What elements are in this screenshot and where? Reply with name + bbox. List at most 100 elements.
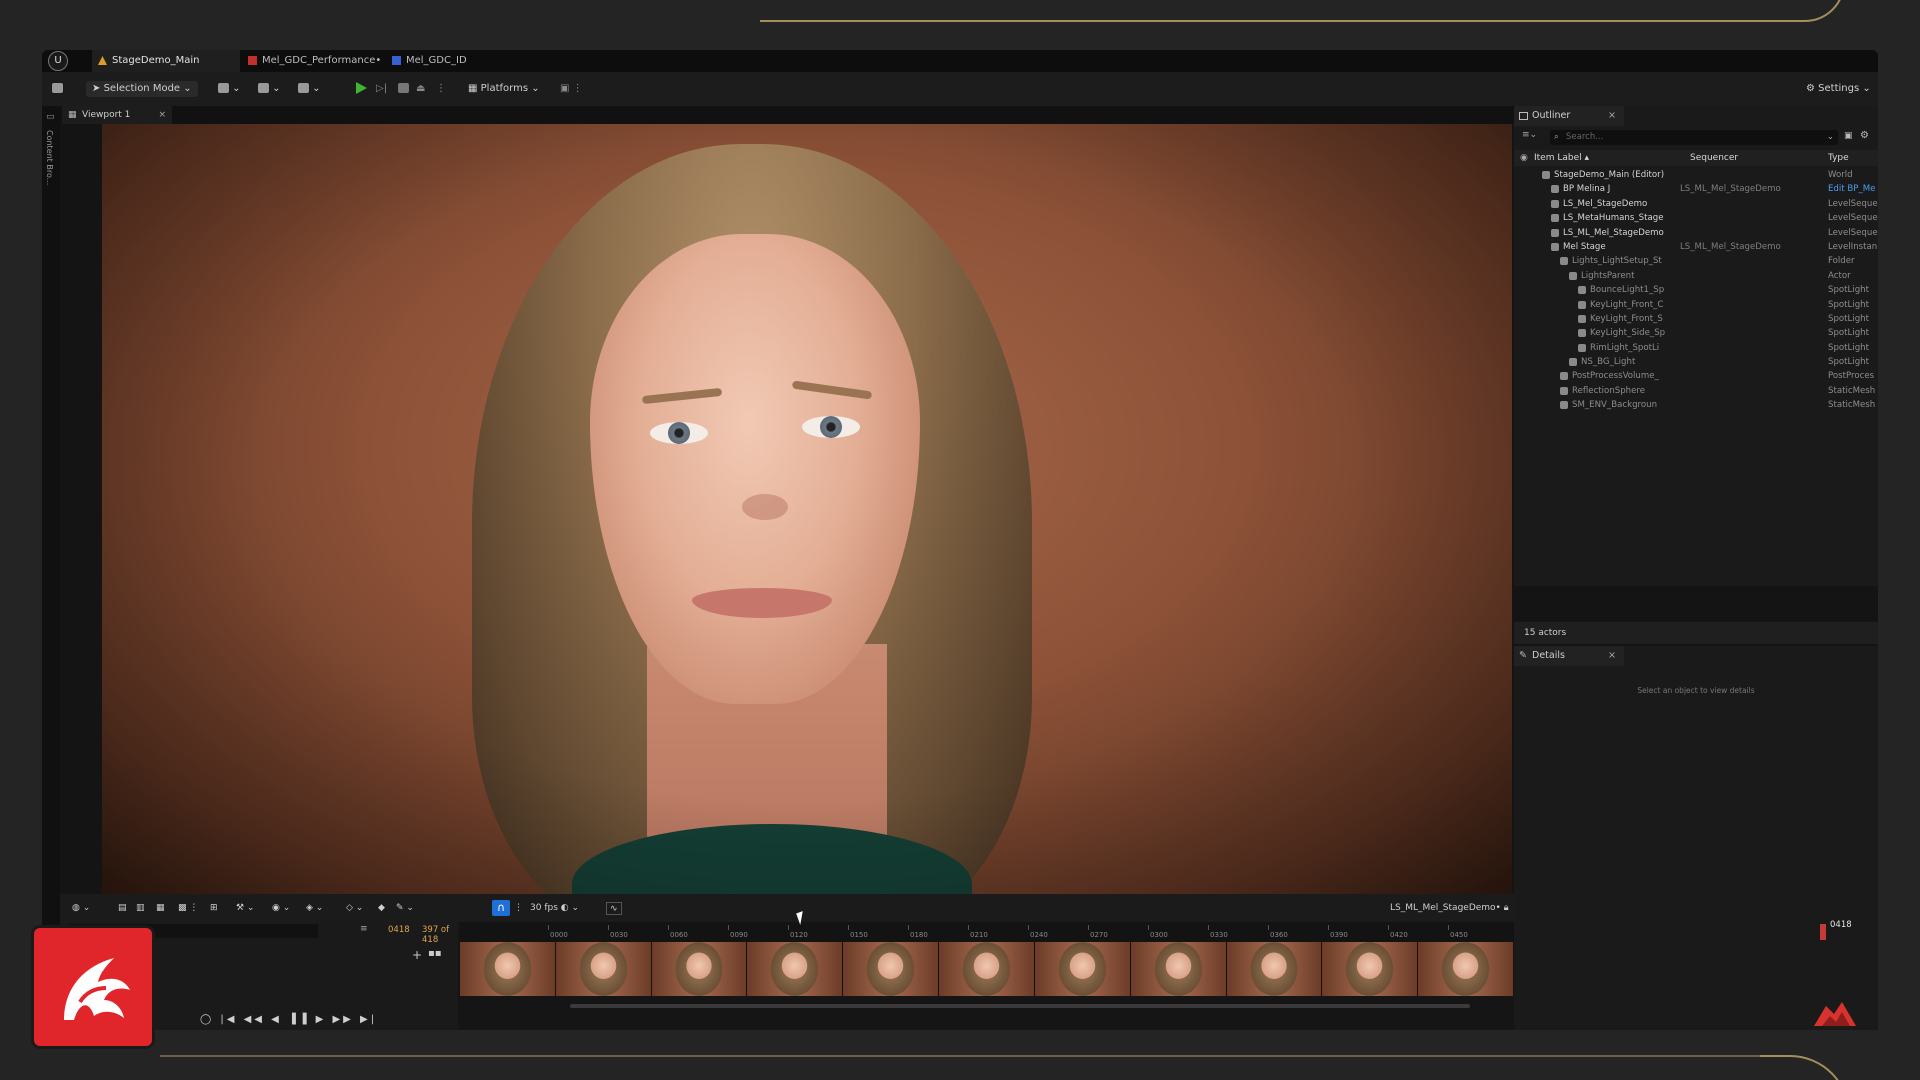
transport-controls[interactable]: ◯ |◀ ◀◀ ◀ ▐▐ ▶ ▶▶ ▶| — [200, 1014, 377, 1025]
playback-options-icon[interactable]: ◈ ⌄ — [306, 902, 323, 915]
blueprint-icon — [258, 83, 269, 93]
outliner-row[interactable]: LS_Mel_StageDemo LevelSeque — [1514, 197, 1878, 211]
outliner-row-label: LS_MetaHumans_Stage — [1563, 213, 1664, 224]
outliner-row-type[interactable]: Edit BP_Me — [1828, 182, 1875, 196]
settings-dropdown[interactable]: ⚙ Settings ⌄ — [1806, 81, 1871, 97]
close-icon[interactable]: × — [1608, 646, 1616, 666]
curve-options-icon[interactable]: ⊞ — [210, 902, 218, 915]
blueprint-button[interactable]: ⌄ — [258, 81, 281, 97]
outliner-row[interactable]: PostProcessVolume_ PostProces — [1514, 369, 1878, 383]
column-item-label[interactable]: Item Label ▴ — [1534, 150, 1589, 166]
lock-icon: 🔒︎ — [1503, 903, 1509, 913]
content-browser-drawer[interactable]: ▭ Content Bro... — [42, 106, 60, 1030]
close-icon[interactable]: × — [158, 106, 166, 124]
tab-stagedemo-main[interactable]: StageDemo_Main — [92, 50, 240, 72]
details-title: Details — [1532, 650, 1565, 661]
wrench-icon[interactable]: ⚒ ⌄ — [236, 902, 254, 915]
add-content-button[interactable]: ⌄ — [218, 81, 241, 97]
outliner-row[interactable]: BP Melina J LS_ML_Mel_StageDemo Edit BP_Me — [1514, 182, 1878, 196]
outliner-row-type: Actor — [1828, 270, 1851, 281]
outliner-row[interactable]: KeyLight_Front_C SpotLight — [1514, 298, 1878, 312]
step-button[interactable]: ▷| — [376, 81, 387, 97]
column-sequencer[interactable]: Sequencer — [1690, 150, 1738, 166]
outliner-row-label: Mel Stage — [1563, 241, 1606, 252]
diamond-key-icon[interactable]: ◆ — [378, 902, 385, 915]
save-button[interactable] — [52, 81, 63, 97]
brush-icon[interactable]: ✎ ⌄ — [396, 902, 414, 915]
outliner-row-label: KeyLight_Front_C — [1590, 299, 1664, 310]
outliner-row[interactable]: BounceLight1_Sp SpotLight — [1514, 283, 1878, 297]
level-viewport[interactable] — [102, 124, 1512, 894]
video-thumbnail — [843, 942, 940, 996]
more-options-icon[interactable]: ⋮ — [514, 902, 523, 915]
save-sequence-icon[interactable]: ▤ — [118, 902, 127, 915]
tab-mel-gdc-performance[interactable]: Mel_GDC_Performance• — [242, 50, 381, 72]
outliner-row[interactable]: StageDemo_Main (Editor) World — [1514, 168, 1878, 182]
cinematics-button[interactable]: ⌄ — [298, 81, 321, 97]
camera-icon[interactable]: ▩ ⋮ — [178, 902, 198, 915]
camera-track-icon[interactable]: ▪▪ — [428, 948, 442, 959]
current-frame[interactable]: 0418 — [388, 925, 410, 935]
frame-of-total: 397 of 418 — [422, 925, 450, 945]
outliner-row[interactable]: Lights_LightSetup_St Folder — [1514, 254, 1878, 268]
outliner-row[interactable]: KeyLight_Front_S SpotLight — [1514, 312, 1878, 326]
video-thumbnail — [1418, 942, 1514, 996]
render-movie-icon[interactable]: ▦ — [156, 902, 165, 915]
curve-editor-icon[interactable]: ∿ — [606, 902, 622, 915]
more-play-options-icon[interactable]: ⋮ — [436, 81, 446, 97]
eject-button[interactable]: ⏏ — [416, 81, 425, 97]
platforms-dropdown[interactable]: ▦ Platforms ⌄ — [468, 81, 540, 97]
outliner-row-label: Lights_LightSetup_St — [1572, 256, 1662, 267]
outliner-row[interactable]: RimLight_SpotLi SpotLight — [1514, 341, 1878, 355]
outliner-row-label: RimLight_SpotLi — [1590, 342, 1660, 353]
eye-icon[interactable]: ◉ — [1520, 150, 1528, 166]
outliner-row-type: SpotLight — [1828, 357, 1869, 368]
outliner-row[interactable]: LightsParent Actor — [1514, 269, 1878, 283]
outliner-row[interactable]: KeyLight_Side_Sp SpotLight — [1514, 326, 1878, 340]
column-type[interactable]: Type — [1828, 150, 1849, 166]
outliner-row[interactable]: LS_MetaHumans_Stage LevelSeque — [1514, 211, 1878, 225]
outliner-search-input[interactable]: ⌕ Search... ⌄ — [1550, 130, 1838, 145]
sequence-name[interactable]: LS_ML_Mel_StageDemo• 🔒︎ — [1390, 902, 1509, 915]
add-track-icon[interactable]: + — [412, 948, 422, 962]
view-options-icon[interactable]: ◉ ⌄ — [272, 902, 290, 915]
key-icon[interactable]: ◇ ⌄ — [346, 902, 363, 915]
actor-type-icon — [1560, 372, 1568, 381]
thumbnail-track[interactable] — [460, 942, 1514, 996]
step-icon: ▷| — [376, 83, 388, 94]
snap-magnet-icon[interactable]: ∩ — [492, 900, 510, 916]
find-asset-icon[interactable]: ▥ — [136, 902, 145, 915]
timeline-scrollbar[interactable] — [570, 1004, 1470, 1008]
decor-arc-bottom-right — [1760, 1055, 1850, 1080]
time-ruler[interactable]: 0418 0000 0030 0060 0090 0120 0150 0180 0210 024… — [460, 920, 1852, 942]
tab-viewport-1[interactable]: ▦ Viewport 1 × — [62, 106, 172, 124]
project-settings-icon[interactable]: ▣ ⋮ — [560, 81, 583, 97]
tab-outliner[interactable]: Outliner × — [1514, 106, 1624, 126]
tab-details[interactable]: ✎ Details × — [1514, 646, 1624, 666]
outliner-row-type: LevelSeque — [1828, 213, 1878, 224]
actor-type-icon — [1569, 271, 1577, 280]
unreal-logo-icon[interactable]: U — [48, 51, 68, 71]
play-button[interactable] — [356, 81, 367, 97]
outliner-row[interactable]: SM_ENV_Backgroun StaticMesh — [1514, 398, 1878, 412]
outliner-row[interactable]: LS_ML_Mel_StageDemo LevelSeque — [1514, 226, 1878, 240]
add-folder-icon[interactable]: ▣ — [1844, 131, 1853, 141]
tab-mel-gdc-id[interactable]: Mel_GDC_ID — [386, 50, 467, 72]
world-icon[interactable]: ◍ ⌄ — [72, 902, 90, 915]
outliner-row[interactable]: ReflectionSphere StaticMesh — [1514, 384, 1878, 398]
fps-dropdown[interactable]: 30 fps ◐ ⌄ — [530, 902, 579, 915]
selection-mode-dropdown[interactable]: ➤ Selection Mode ⌄ — [86, 81, 198, 97]
gear-icon[interactable]: ⚙ — [1860, 130, 1869, 141]
filter-icon[interactable]: ≡⌄ — [1522, 130, 1537, 140]
close-icon[interactable]: × — [1608, 106, 1616, 126]
playhead[interactable] — [1820, 924, 1826, 940]
stop-button[interactable] — [398, 81, 409, 97]
outliner-row-label: LS_Mel_StageDemo — [1563, 198, 1648, 209]
outliner-row-type: Folder — [1828, 256, 1855, 267]
outliner-row[interactable]: NS_BG_Light SpotLight — [1514, 355, 1878, 369]
outliner-row-type: SpotLight — [1828, 285, 1869, 296]
viewport-tab-label: Viewport 1 — [82, 110, 131, 120]
filter-icon[interactable]: ≡ — [360, 924, 368, 934]
outliner-row[interactable]: Mel Stage LS_ML_Mel_StageDemo LevelInstan — [1514, 240, 1878, 254]
settings-label: Settings — [1818, 83, 1860, 94]
